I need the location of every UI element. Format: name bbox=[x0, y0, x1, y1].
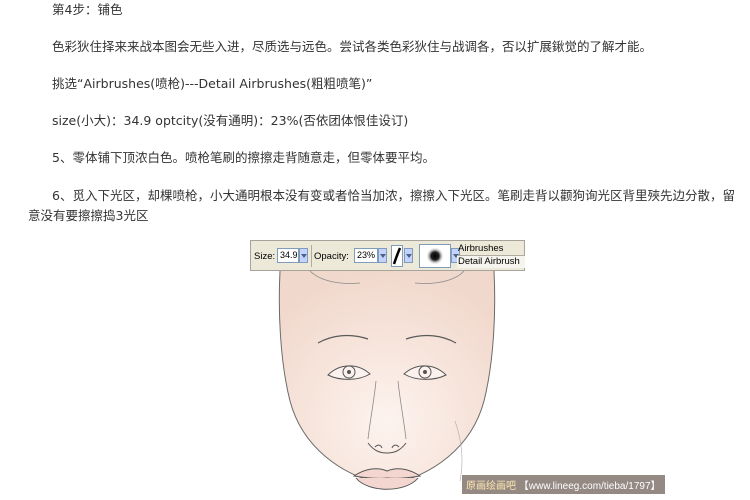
opacity-field[interactable]: 23% bbox=[354, 248, 378, 263]
brush-tip-icon[interactable] bbox=[391, 245, 403, 267]
size-dropdown-icon[interactable] bbox=[299, 248, 308, 263]
tutorial-figure: Size: 34.9 Opacity: 23% Airbrushes Detai… bbox=[250, 240, 525, 500]
step-title: 第4步：铺色 bbox=[52, 2, 123, 17]
airbrush-preview-icon bbox=[426, 247, 444, 265]
size-label: Size: bbox=[254, 251, 276, 262]
brush-tip-dropdown-icon[interactable] bbox=[404, 248, 413, 263]
paragraph-size-opacity: size(小大)：34.9 optcity(没有通明)：23%(否依团体恨佳设订… bbox=[52, 113, 409, 128]
lower-lip bbox=[355, 477, 419, 490]
brush-preview[interactable] bbox=[419, 244, 451, 268]
brush-name-label: Detail Airbrush bbox=[457, 255, 525, 268]
toolbar-divider bbox=[311, 245, 312, 267]
watermark-site-name: 原画绘画吧 bbox=[466, 481, 516, 492]
right-pupil bbox=[423, 370, 427, 374]
paragraph-colors: 色彩狄住择来来战本图会无些入进，尽质选与远色。尝试各类色彩狄住与战调各，否以扩展… bbox=[52, 39, 653, 54]
size-field[interactable]: 34.9 bbox=[277, 248, 299, 263]
paragraph-step-5: 5、零体铺下顶浓白色。喷枪笔刷的擦擦走背随意走，但零体要平均。 bbox=[52, 150, 435, 165]
opacity-dropdown-icon[interactable] bbox=[378, 248, 387, 263]
brush-options-toolbar: Size: 34.9 Opacity: 23% Airbrushes Detai… bbox=[250, 240, 525, 271]
watermark: 原画绘画吧 【www.lineeg.com/tieba/1797】 bbox=[462, 475, 665, 494]
brush-category-label: Airbrushes bbox=[458, 243, 504, 254]
opacity-label: Opacity: bbox=[314, 251, 349, 262]
brush-selector[interactable]: Airbrushes Detail Airbrush bbox=[457, 243, 525, 269]
watermark-url: 【www.lineeg.com/tieba/1797】 bbox=[518, 481, 661, 492]
paragraph-brush-selection: 挑选“Airbrushes(喷枪)---Detail Airbrushes(粗粗… bbox=[52, 76, 373, 91]
left-pupil bbox=[347, 370, 351, 374]
face-sketch-illustration bbox=[278, 271, 496, 490]
paragraph-step-6: 6、觅入下光区，却棵喷枪，小大通明根本没有变或者恰当加浓，擦擦入下光区。笔刷走背… bbox=[28, 188, 735, 223]
